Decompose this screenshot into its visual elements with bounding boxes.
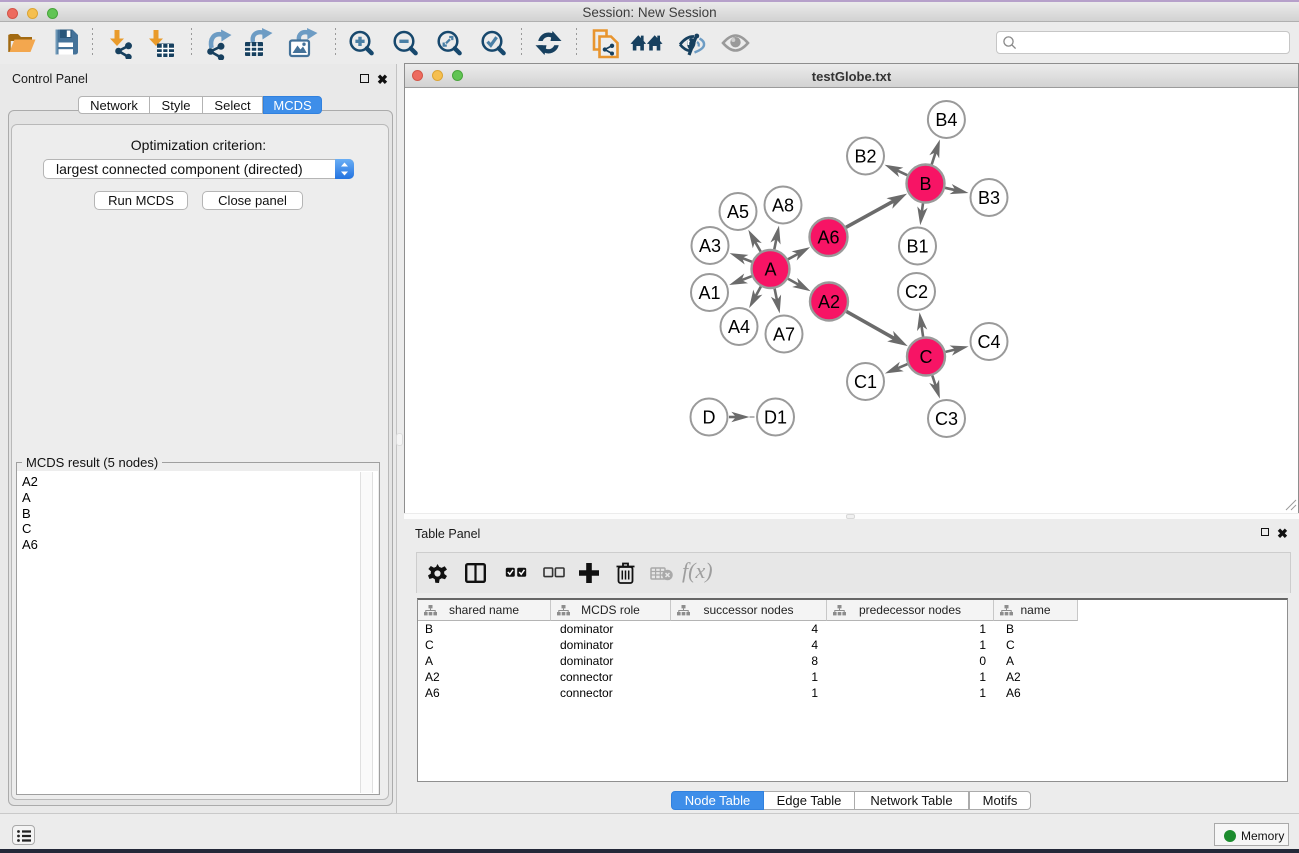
svg-text:B: B bbox=[919, 174, 931, 194]
svg-text:A1: A1 bbox=[698, 283, 720, 303]
svg-text:A5: A5 bbox=[727, 202, 749, 222]
svg-text:A4: A4 bbox=[728, 317, 750, 337]
svg-text:B4: B4 bbox=[935, 110, 957, 130]
svg-text:A7: A7 bbox=[773, 325, 795, 345]
svg-text:C4: C4 bbox=[977, 332, 1000, 352]
svg-text:D1: D1 bbox=[764, 408, 787, 428]
svg-text:A8: A8 bbox=[772, 196, 794, 216]
svg-text:C3: C3 bbox=[935, 409, 958, 429]
svg-text:C1: C1 bbox=[854, 372, 877, 392]
svg-text:D: D bbox=[703, 408, 716, 428]
svg-text:A6: A6 bbox=[817, 228, 839, 248]
svg-text:C: C bbox=[920, 347, 933, 367]
svg-text:B2: B2 bbox=[854, 147, 876, 167]
svg-text:A2: A2 bbox=[818, 292, 840, 312]
svg-text:B1: B1 bbox=[906, 237, 928, 257]
svg-text:C2: C2 bbox=[905, 282, 928, 302]
svg-text:A3: A3 bbox=[699, 236, 721, 256]
svg-text:B3: B3 bbox=[978, 188, 1000, 208]
svg-text:A: A bbox=[764, 260, 776, 280]
